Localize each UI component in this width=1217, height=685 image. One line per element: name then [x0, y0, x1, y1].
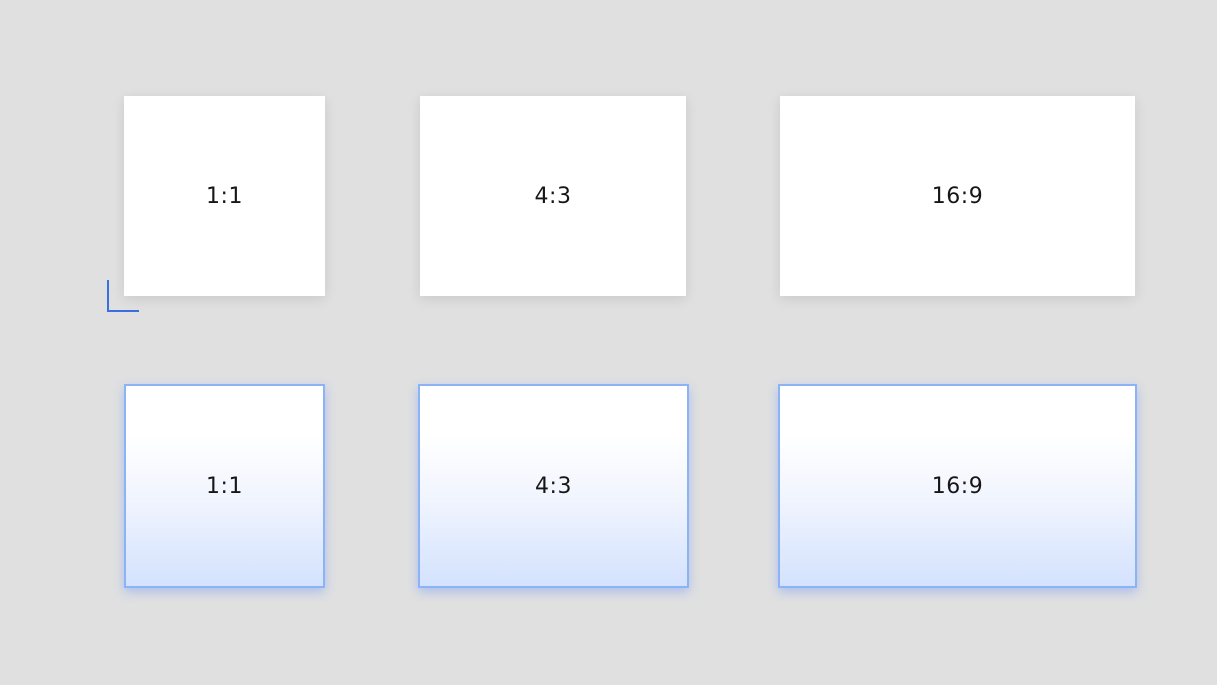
aspect-ratio-tile-16-9-hover[interactable]: 16:9 [778, 384, 1137, 588]
tile-label: 16:9 [931, 473, 984, 499]
aspect-ratio-tile-1-1[interactable]: 1:1 [124, 96, 325, 296]
tile-label: 4:3 [534, 183, 572, 209]
tile-label: 16:9 [931, 183, 984, 209]
aspect-ratio-tile-1-1-hover[interactable]: 1:1 [124, 384, 325, 588]
aspect-ratio-tile-4-3[interactable]: 4:3 [420, 96, 686, 296]
aspect-ratio-tile-4-3-hover[interactable]: 4:3 [418, 384, 689, 588]
tile-label: 4:3 [535, 473, 572, 499]
tile-label: 1:1 [206, 473, 243, 499]
focus-corner-indicator [107, 280, 139, 312]
aspect-ratio-tile-16-9[interactable]: 16:9 [780, 96, 1135, 296]
tile-label: 1:1 [206, 183, 243, 209]
